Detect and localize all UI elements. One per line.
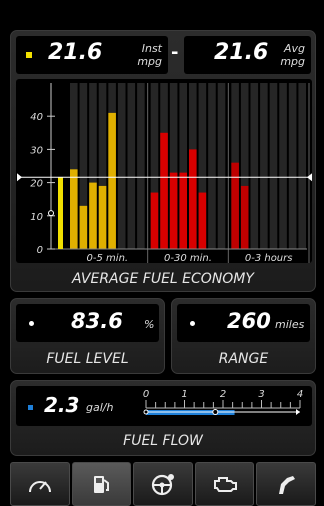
fuel-flow-scale-label: 3 (258, 389, 264, 400)
steering-wheel-icon (151, 474, 174, 496)
chart-slot-background (288, 83, 297, 249)
tab-engine[interactable] (194, 462, 255, 506)
chart-bar (231, 162, 239, 249)
chart-bar (108, 112, 116, 249)
chart-y-tick-label: 0 (37, 245, 43, 256)
chart-bar (179, 172, 187, 249)
chart-current-bar (58, 177, 63, 249)
range-box: 260 miles (177, 304, 310, 342)
range-caption: RANGE (218, 351, 269, 367)
bottom-tab-bar (10, 462, 316, 506)
tab-fuel[interactable] (71, 462, 132, 506)
fuel-pump-icon (94, 476, 110, 493)
instant-mpg-value: 21.6 (48, 40, 103, 65)
fuel-flow-scale-label: 1 (181, 389, 187, 400)
chart-bar (70, 169, 78, 249)
fuel-flow-scale-label: 4 (297, 389, 303, 400)
chart-bar (89, 182, 97, 249)
chart-slot-background (250, 83, 259, 249)
fuel-flow-box: 2.3 gal/h 0 1 2 3 4 (16, 386, 312, 426)
chart-y-tick-label: 40 (30, 112, 43, 123)
fuel-level-value: 83.6 (71, 309, 123, 333)
instant-mpg-box: 21.6 Inst mpg (16, 36, 168, 74)
chart-bar (150, 192, 159, 249)
speedometer-icon (28, 481, 51, 493)
economy-color-marker (26, 52, 32, 58)
chart-bar (240, 185, 249, 249)
fuel-economy-panel[interactable]: 21.6 Inst mpg - 21.6 Avg mpg 0-5 min. 0-3… (10, 30, 316, 292)
instant-mpg-unit: Inst mpg (137, 42, 162, 68)
chart-bar (98, 185, 107, 249)
fuel-flow-average-knob (212, 409, 219, 415)
fuel-level-panel[interactable]: 83.6 % FUEL LEVEL (10, 298, 165, 374)
fuel-level-dot (29, 321, 34, 326)
range-panel[interactable]: 260 miles RANGE (171, 298, 316, 374)
chart-group-label: 0-3 hours (245, 253, 293, 263)
chart-slot-background (208, 83, 216, 249)
chart-bar (189, 149, 197, 249)
chart-slot-background (298, 83, 306, 249)
fuel-flow-value: 2.3 (44, 393, 80, 417)
economy-separator: - (171, 42, 179, 63)
fuel-economy-chart: 0-5 min. 0-30 min. 0-3 hours 0 10 20 30 40 (16, 79, 312, 263)
range-unit: miles (275, 318, 305, 331)
engine-icon (213, 477, 237, 492)
fuel-flow-color-marker (28, 405, 33, 410)
chart-slot-background (217, 83, 226, 249)
tab-trip[interactable] (133, 462, 193, 506)
tab-gauges[interactable] (10, 462, 70, 506)
fuel-flow-start-knob (143, 409, 149, 415)
chart-bar (198, 192, 207, 249)
fuel-level-unit: % (144, 318, 155, 331)
fuel-flow-unit: gal/h (86, 401, 114, 414)
chart-slot-background (279, 83, 287, 249)
chart-slot-background (137, 83, 145, 249)
range-value: 260 (227, 309, 271, 333)
chart-slot-background (260, 83, 268, 249)
fuel-flow-caption: FUEL FLOW (123, 433, 203, 449)
fuel-flow-scale-label: 2 (220, 389, 226, 400)
chart-axis-knob (48, 210, 54, 217)
chart-slot-background (117, 83, 126, 249)
chart-y-tick-label: 30 (30, 145, 43, 156)
average-mpg-box: 21.6 Avg mpg (184, 36, 311, 74)
chart-group-label: 0-5 min. (87, 253, 129, 263)
fuel-level-caption: FUEL LEVEL (46, 351, 129, 367)
chart-bar (79, 205, 88, 249)
fuel-flow-end-marker (296, 409, 300, 415)
tab-refuel[interactable] (256, 462, 316, 506)
fuel-flow-panel[interactable]: 2.3 gal/h 0 1 2 3 4 FUEL FLOW (10, 380, 316, 456)
range-dot (190, 321, 195, 326)
chart-y-tick-label: 10 (30, 212, 43, 223)
fuel-nozzle-icon (279, 476, 296, 494)
economy-caption: AVERAGE FUEL ECONOMY (72, 271, 254, 287)
chart-slot-background (269, 83, 278, 249)
average-mpg-unit: Avg mpg (280, 42, 305, 68)
chart-bar (169, 172, 178, 249)
chart-bar (160, 132, 168, 249)
chart-slot-background (127, 83, 136, 249)
average-mpg-value: 21.6 (214, 40, 269, 65)
chart-group-label: 0-30 min. (164, 253, 212, 263)
fuel-level-box: 83.6 % (16, 304, 159, 342)
chart-y-tick-label: 20 (30, 179, 43, 190)
fuel-flow-scale-label: 0 (143, 389, 149, 400)
fuel-flow-scale: 0 1 2 3 4 (143, 389, 303, 415)
